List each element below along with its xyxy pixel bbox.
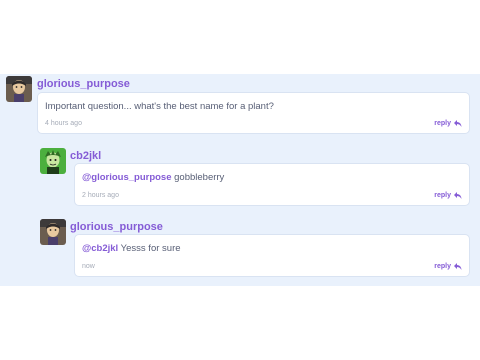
user-mention[interactable]: @glorious_purpose	[82, 172, 172, 183]
user-avatar-icon[interactable]	[40, 148, 66, 174]
comment-timestamp: 2 hours ago	[82, 192, 119, 199]
comment-text: @glorious_purpose gobbleberry	[82, 172, 224, 183]
comment-bubble: @cb2jkl Yesss for sure now reply	[74, 234, 470, 277]
comment-timestamp: 4 hours ago	[45, 120, 82, 127]
comment-bubble: Important question... what's the best na…	[37, 92, 470, 134]
comment-reply: cb2jkl @glorious_purpose gobbleberry 2 h…	[40, 148, 470, 208]
comment-bubble: @glorious_purpose gobbleberry 2 hours ag…	[74, 163, 470, 206]
comment-username[interactable]: glorious_purpose	[70, 221, 163, 233]
user-mention[interactable]: @cb2jkl	[82, 243, 118, 254]
comment-text: @cb2jkl Yesss for sure	[82, 243, 181, 254]
reply-icon	[454, 120, 462, 127]
comment-body: Yesss for sure	[118, 243, 181, 254]
reply-button[interactable]: reply	[434, 120, 462, 127]
reply-label: reply	[434, 192, 451, 199]
reply-icon	[454, 192, 462, 199]
reply-label: reply	[434, 120, 451, 127]
comment-text: Important question... what's the best na…	[45, 101, 274, 112]
reply-button[interactable]: reply	[434, 192, 462, 199]
user-avatar-icon[interactable]	[6, 76, 32, 102]
comment-username[interactable]: glorious_purpose	[37, 78, 130, 90]
comment-username[interactable]: cb2jkl	[70, 150, 101, 162]
comment-reply: glorious_purpose @cb2jkl Yesss for sure …	[40, 219, 470, 279]
reply-label: reply	[434, 263, 451, 270]
comment-timestamp: now	[82, 263, 95, 270]
comment-body: gobbleberry	[171, 172, 225, 183]
user-avatar-icon[interactable]	[40, 219, 66, 245]
comment-body: Important question... what's the best na…	[45, 101, 274, 112]
reply-button[interactable]: reply	[434, 263, 462, 270]
comment-thread: glorious_purpose Important question... w…	[0, 74, 480, 286]
comment: glorious_purpose Important question... w…	[6, 76, 470, 136]
reply-icon	[454, 263, 462, 270]
